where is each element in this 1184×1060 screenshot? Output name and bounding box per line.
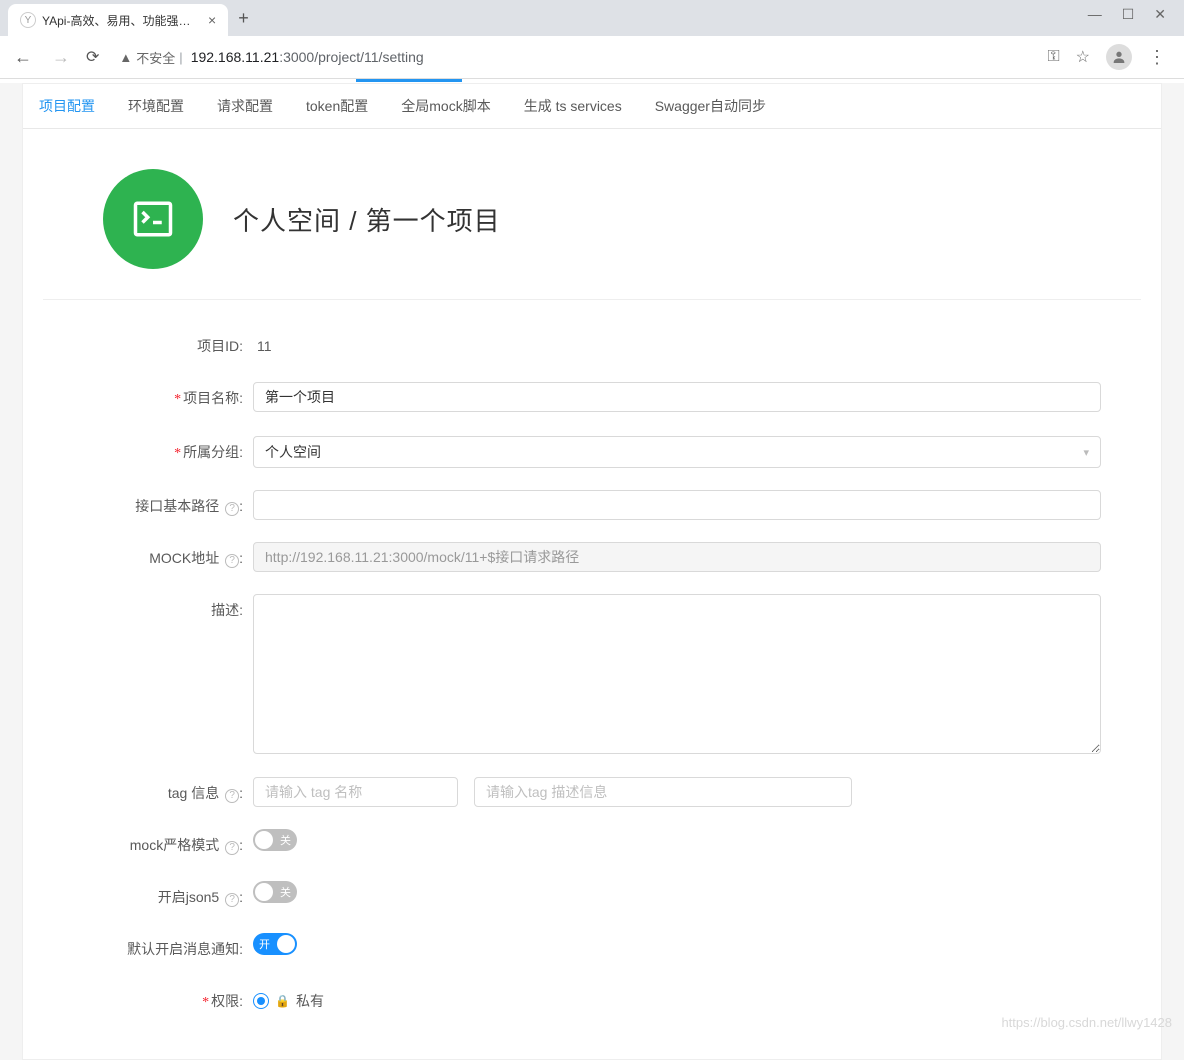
browser-tab[interactable]: Y YApi-高效、易用、功能强大的可 × [8,4,228,36]
terminal-icon [132,198,174,240]
window-controls: — ☐ ✕ [1070,6,1184,23]
back-button[interactable]: ← [10,43,36,72]
close-icon[interactable]: × [208,12,216,28]
input-mockurl [253,542,1101,572]
not-secure-label: 不安全 [136,48,175,67]
tab-project-config[interactable]: 项目配置 [23,84,112,128]
help-icon[interactable]: ? [225,893,239,907]
label-json5: 开启json5 ?: [83,881,253,913]
label-permission: *权限: [83,985,253,1019]
row-project-name: *项目名称: [83,382,1101,416]
row-group: *所属分组: 个人空间 ▾ [83,436,1101,470]
tab-favicon: Y [20,12,36,28]
help-icon[interactable]: ? [225,841,239,855]
settings-form: 项目ID: 11 *项目名称: *所属分组: 个人空间 ▾ [23,300,1161,1059]
settings-tabs: 项目配置 环境配置 请求配置 token配置 全局mock脚本 生成 ts se… [23,84,1161,129]
help-icon[interactable]: ? [225,502,239,516]
select-group[interactable]: 个人空间 ▾ [253,436,1101,468]
not-secure-indicator[interactable]: ▲ 不安全 | [119,48,182,67]
label-desc: 描述: [83,594,253,626]
switch-json5[interactable]: 关 开 [253,881,297,903]
settings-card: 项目配置 环境配置 请求配置 token配置 全局mock脚本 生成 ts se… [22,83,1162,1060]
menu-button[interactable]: ⋮ [1148,47,1166,68]
maximize-button[interactable]: ☐ [1122,6,1135,23]
input-tag-desc[interactable] [474,777,852,807]
tab-ts-services[interactable]: 生成 ts services [508,84,639,128]
star-icon[interactable]: ☆ [1076,47,1090,67]
label-notify: 默认开启消息通知: [83,933,253,965]
watermark: https://blog.csdn.net/llwy1428 [1001,1015,1172,1030]
tab-title: YApi-高效、易用、功能强大的可 [42,12,202,29]
top-nav-indicator [0,79,1184,83]
switch-knob [255,831,273,849]
row-project-id: 项目ID: 11 [83,330,1101,362]
help-icon[interactable]: ? [225,554,239,568]
tab-env-config[interactable]: 环境配置 [112,84,201,128]
input-basepath[interactable] [253,490,1101,520]
input-tag-name[interactable] [253,777,458,807]
forward-button[interactable]: → [48,43,74,72]
row-notify: 默认开启消息通知: 关 开 [83,933,1101,965]
label-tag: tag 信息 ?: [83,777,253,809]
person-icon [1111,49,1127,65]
tab-request-config[interactable]: 请求配置 [201,84,290,128]
browser-toolbar: ← → ⟳ ▲ 不安全 | 192.168.11.21:3000/project… [0,36,1184,78]
input-project-name[interactable] [253,382,1101,412]
label-project-name: *项目名称: [83,382,253,416]
label-group: *所属分组: [83,436,253,470]
row-mock-strict: mock严格模式 ?: 关 开 [83,829,1101,861]
radio-private[interactable] [253,993,269,1009]
label-mock-strict: mock严格模式 ?: [83,829,253,861]
label-basepath: 接口基本路径 ?: [83,490,253,522]
page-body: 项目配置 环境配置 请求配置 token配置 全局mock脚本 生成 ts se… [0,83,1184,1060]
row-desc: 描述: [83,594,1101,757]
help-icon[interactable]: ? [225,789,239,803]
key-icon[interactable]: ⚿ [1047,48,1059,66]
project-header: 个人空间 / 第一个项目 [43,129,1141,300]
browser-tab-bar: Y YApi-高效、易用、功能强大的可 × + — ☐ ✕ [0,0,1184,36]
project-logo [103,169,203,269]
label-project-id: 项目ID: [83,330,253,362]
radio-private-label: 私有 [296,985,324,1017]
row-json5: 开启json5 ?: 关 开 [83,881,1101,913]
row-basepath: 接口基本路径 ?: [83,490,1101,522]
switch-knob [277,935,295,953]
lock-icon: 🔒 [275,985,290,1017]
toolbar-right: ⚿ ☆ ⋮ [1047,44,1174,70]
warning-icon: ▲ [119,50,132,65]
switch-mock-strict[interactable]: 关 开 [253,829,297,851]
select-group-value: 个人空间 [265,442,321,462]
tab-token-config[interactable]: token配置 [290,84,385,128]
tab-global-mock[interactable]: 全局mock脚本 [385,84,507,128]
row-mockurl: MOCK地址 ?: [83,542,1101,574]
switch-notify[interactable]: 关 开 [253,933,297,955]
breadcrumb: 个人空间 / 第一个项目 [233,201,501,238]
row-permission: *权限: 🔒 私有 [83,985,1101,1019]
chevron-down-icon: ▾ [1083,446,1089,459]
tab-swagger-sync[interactable]: Swagger自动同步 [639,84,783,128]
value-project-id: 11 [253,330,1101,362]
url-text: 192.168.11.21:3000/project/11/setting [191,49,424,65]
new-tab-button[interactable]: + [228,8,259,29]
label-mockurl: MOCK地址 ?: [83,542,253,574]
profile-avatar[interactable] [1106,44,1132,70]
switch-knob [255,883,273,901]
reload-button[interactable]: ⟳ [86,47,99,67]
close-window-button[interactable]: ✕ [1154,6,1166,23]
textarea-desc[interactable] [253,594,1101,754]
address-bar[interactable]: ▲ 不安全 | 192.168.11.21:3000/project/11/se… [111,48,1035,67]
minimize-button[interactable]: — [1088,6,1102,23]
row-tag: tag 信息 ?: [83,777,1101,809]
browser-chrome: Y YApi-高效、易用、功能强大的可 × + — ☐ ✕ ← → ⟳ ▲ 不安… [0,0,1184,79]
